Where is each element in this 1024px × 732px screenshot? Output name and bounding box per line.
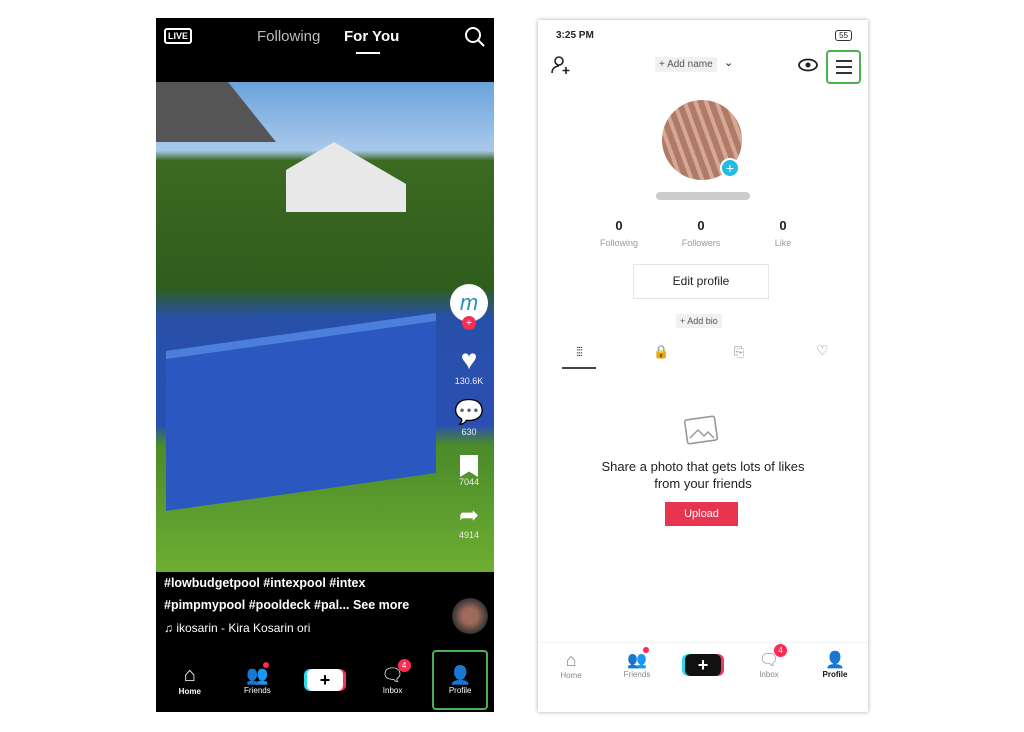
add-friend-icon[interactable] xyxy=(550,54,572,76)
feed-screen: LIVE Following For You m + ♥ 130.6K 💬 63… xyxy=(156,18,494,712)
menu-button[interactable] xyxy=(826,50,861,84)
caption-line-1: #lowbudgetpool #intexpool #intex xyxy=(164,576,366,590)
sound-name[interactable]: ikosarin - Kira Kosarin ori xyxy=(176,621,310,635)
tab-liked-heart-icon[interactable]: ♡ xyxy=(816,342,829,359)
action-rail: m + ♥ 130.6K 💬 630 7044 ➦ 4914 xyxy=(450,284,488,540)
home-icon: ⌂ xyxy=(183,664,196,686)
profile-icon: 👤 xyxy=(825,652,845,669)
stat-likes[interactable]: 0 Like xyxy=(748,218,818,251)
live-icon[interactable]: LIVE xyxy=(164,28,193,44)
eye-icon[interactable] xyxy=(798,58,818,72)
bottom-nav: ⌂ Home 👥 Friends + 4 🗨 Inbox 👤 Profile xyxy=(538,642,868,686)
profile-stats: 0 Following 0 Followers 0 Like xyxy=(584,218,818,251)
feed-top-bar: LIVE Following For You xyxy=(156,18,494,82)
friends-icon: 👥 xyxy=(627,652,647,669)
tab-private-lock-icon[interactable]: 🔒 xyxy=(653,344,669,360)
profile-icon: 👤 xyxy=(448,665,472,685)
comment-icon[interactable]: 💬 xyxy=(454,398,484,427)
nav-inbox[interactable]: 4 🗨 Inbox xyxy=(741,644,797,679)
comment-count: 630 xyxy=(461,427,477,437)
friends-icon: 👥 xyxy=(246,665,269,685)
sound-disc[interactable] xyxy=(452,598,488,634)
photo-icon xyxy=(683,415,719,445)
create-button[interactable]: + xyxy=(675,653,731,676)
save-count: 7044 xyxy=(458,477,480,487)
see-more-link[interactable]: See more xyxy=(353,598,409,612)
follow-icon[interactable]: + xyxy=(462,316,476,330)
active-tab-indicator xyxy=(356,52,380,54)
chevron-down-icon[interactable]: ⌄ xyxy=(724,56,733,69)
share-icon[interactable]: ➦ xyxy=(459,501,479,530)
nav-home[interactable]: ⌂ Home xyxy=(543,650,599,680)
home-icon: ⌂ xyxy=(565,649,577,670)
active-tab-indicator xyxy=(562,367,596,369)
music-note-icon: ♫ xyxy=(164,621,177,635)
house xyxy=(286,142,406,212)
username-blurred xyxy=(656,192,750,200)
like-count: 130.6K xyxy=(454,376,484,386)
status-time: 3:25 PM xyxy=(556,30,594,41)
add-bio-button[interactable]: + Add bio xyxy=(676,314,722,328)
notification-dot xyxy=(643,647,649,653)
stat-following[interactable]: 0 Following xyxy=(584,218,654,251)
bottom-nav: ⌂ Home 👥 Friends + 4 🗨 Inbox 👤 Profile xyxy=(156,648,494,712)
upload-button[interactable]: Upload xyxy=(665,502,738,526)
empty-state-text: Share a photo that gets lots of likes fr… xyxy=(601,459,805,491)
nav-friends[interactable]: 👥 Friends xyxy=(609,647,665,679)
share-count: 4914 xyxy=(458,530,480,540)
battery-icon: 55 xyxy=(835,30,852,41)
create-button[interactable]: + xyxy=(297,669,353,691)
tab-following[interactable]: Following xyxy=(257,28,320,45)
tab-reposts-icon[interactable]: ⎘ xyxy=(734,344,744,360)
add-name-button[interactable]: + Add name xyxy=(655,57,717,72)
nav-profile[interactable]: 👤 Profile xyxy=(807,650,863,679)
edit-profile-button[interactable]: Edit profile xyxy=(633,264,769,299)
add-avatar-icon[interactable]: + xyxy=(720,158,740,178)
nav-profile[interactable]: 👤 Profile xyxy=(432,650,489,710)
nav-friends[interactable]: 👥 Friends xyxy=(229,662,285,695)
tab-videos-grid-icon[interactable]: ⦙⦙⦙ xyxy=(562,344,596,360)
stat-followers[interactable]: 0 Followers xyxy=(666,218,736,251)
caption-line-2: #pimpmypool #pooldeck #pal... xyxy=(164,598,350,612)
search-icon[interactable] xyxy=(464,26,486,48)
video-player[interactable] xyxy=(156,82,494,572)
tab-for-you[interactable]: For You xyxy=(344,28,399,45)
roof xyxy=(156,82,276,142)
profile-screen: 3:25 PM 55 + Add name ⌄ + 0 Following 0 Fo… xyxy=(538,20,868,712)
bookmark-icon[interactable] xyxy=(460,455,478,477)
nav-home[interactable]: ⌂ Home xyxy=(162,664,218,696)
pool xyxy=(166,313,436,511)
nav-inbox[interactable]: 4 🗨 Inbox xyxy=(365,659,421,695)
heart-icon[interactable]: ♥ xyxy=(461,344,478,376)
